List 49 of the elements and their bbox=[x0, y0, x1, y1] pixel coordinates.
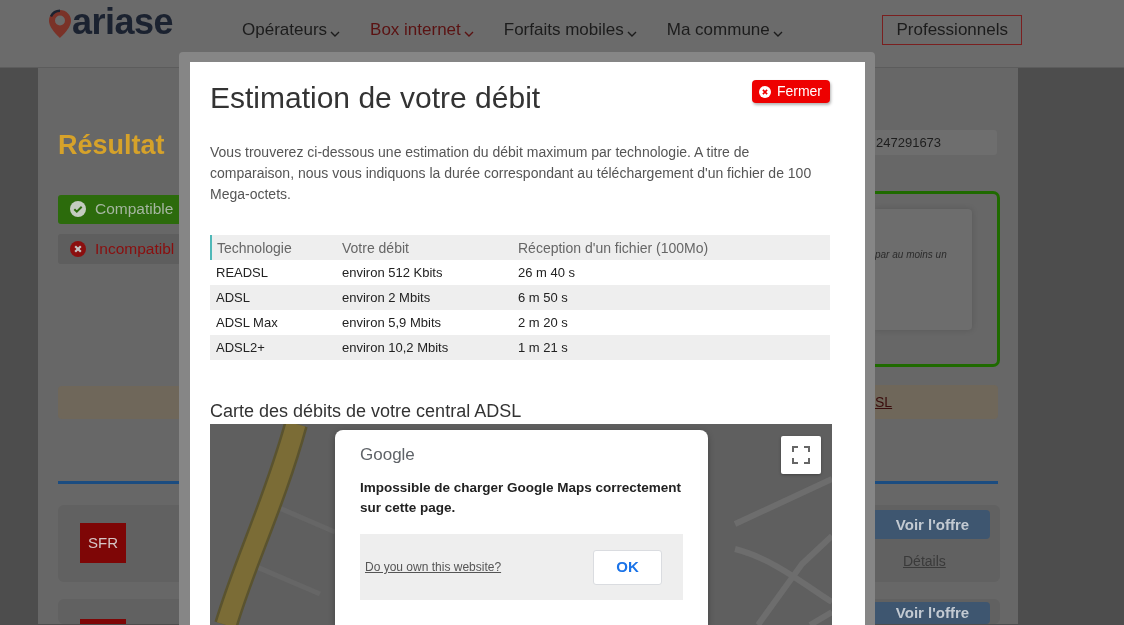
map-title: Carte des débits de votre central ADSL bbox=[210, 400, 523, 422]
chevron-down-icon bbox=[772, 31, 783, 37]
logo-text: Google bbox=[360, 444, 415, 466]
table-cell-text: 6 m 50 s bbox=[518, 288, 569, 307]
nav-link[interactable]: Opérateurs bbox=[242, 20, 341, 40]
error-message: Impossible de charger Google Maps correctement sur cette page. bbox=[360, 479, 683, 517]
owner-link[interactable]: Do you own this website? bbox=[365, 559, 502, 575]
table-cell-text: environ 512 Kbits bbox=[342, 263, 444, 282]
chevron-down-icon bbox=[626, 31, 637, 37]
nav-link[interactable]: Ma commune bbox=[666, 20, 783, 40]
eligibility-note: par au moins un bbox=[875, 248, 948, 262]
close-button[interactable]: Fermer bbox=[751, 80, 830, 103]
result-title: Résultat bbox=[58, 129, 166, 162]
table-cell-text: ADSL bbox=[215, 288, 251, 307]
table-header-cell-text: Votre débit bbox=[342, 238, 410, 257]
table-cell-text: ADSL Max bbox=[215, 313, 279, 332]
table-cell-text: 26 m 40 s bbox=[518, 263, 577, 282]
check-circle-icon bbox=[70, 201, 86, 218]
operator-logo bbox=[80, 619, 126, 624]
fullscreen-button[interactable] bbox=[781, 436, 821, 474]
map-pin-icon bbox=[48, 9, 72, 39]
nav-link[interactable]: Forfaits mobiles bbox=[503, 20, 637, 40]
close-icon bbox=[758, 85, 771, 98]
x-circle-icon bbox=[70, 240, 86, 257]
chevron-down-icon bbox=[330, 31, 341, 37]
table-cell-text: environ 5,9 Mbits bbox=[342, 313, 442, 332]
table-cell-text: READSL bbox=[215, 263, 270, 282]
professionals-button[interactable]: Professionnels bbox=[882, 15, 1022, 45]
notice-link[interactable]: SL bbox=[875, 393, 893, 412]
table-cell-text: 1 m 21 s bbox=[518, 338, 569, 357]
nav-link[interactable]: Box internet bbox=[370, 20, 474, 40]
fullscreen-icon bbox=[792, 446, 810, 464]
offer-button[interactable]: Voir l'offre bbox=[875, 510, 990, 540]
ok-button[interactable]: OK bbox=[593, 549, 662, 585]
offer-button[interactable]: Voir l'offre bbox=[875, 602, 990, 624]
table-cell-text: ADSL2+ bbox=[215, 338, 266, 357]
table-cell-text: environ 10,2 Mbits bbox=[342, 338, 450, 357]
modal-title: Estimation de votre débit bbox=[210, 80, 541, 116]
table-header-cell-text: Réception d'un fichier (100Mo) bbox=[518, 238, 710, 257]
number-field: 247291673 bbox=[875, 130, 997, 155]
status-label: Incompatibl bbox=[95, 238, 175, 259]
table-cell-text: 2 m 20 s bbox=[518, 313, 569, 332]
table-header-cell-text: Technologie bbox=[216, 238, 293, 257]
operator-logo: SFR bbox=[80, 523, 126, 564]
chevron-down-icon bbox=[463, 31, 474, 37]
status-label: Compatible bbox=[95, 199, 174, 220]
logo-text: ariase bbox=[72, 2, 174, 42]
table-cell-text: environ 2 Mbits bbox=[342, 288, 432, 307]
intro-paragraph: Vous trouverez ci-dessous une estimation du débit maximum par technologie. A titre de comparaison, nous vous indiquons la durée correspondant au téléchargement d'un fichier de 100 Mega-octets. bbox=[210, 143, 813, 204]
